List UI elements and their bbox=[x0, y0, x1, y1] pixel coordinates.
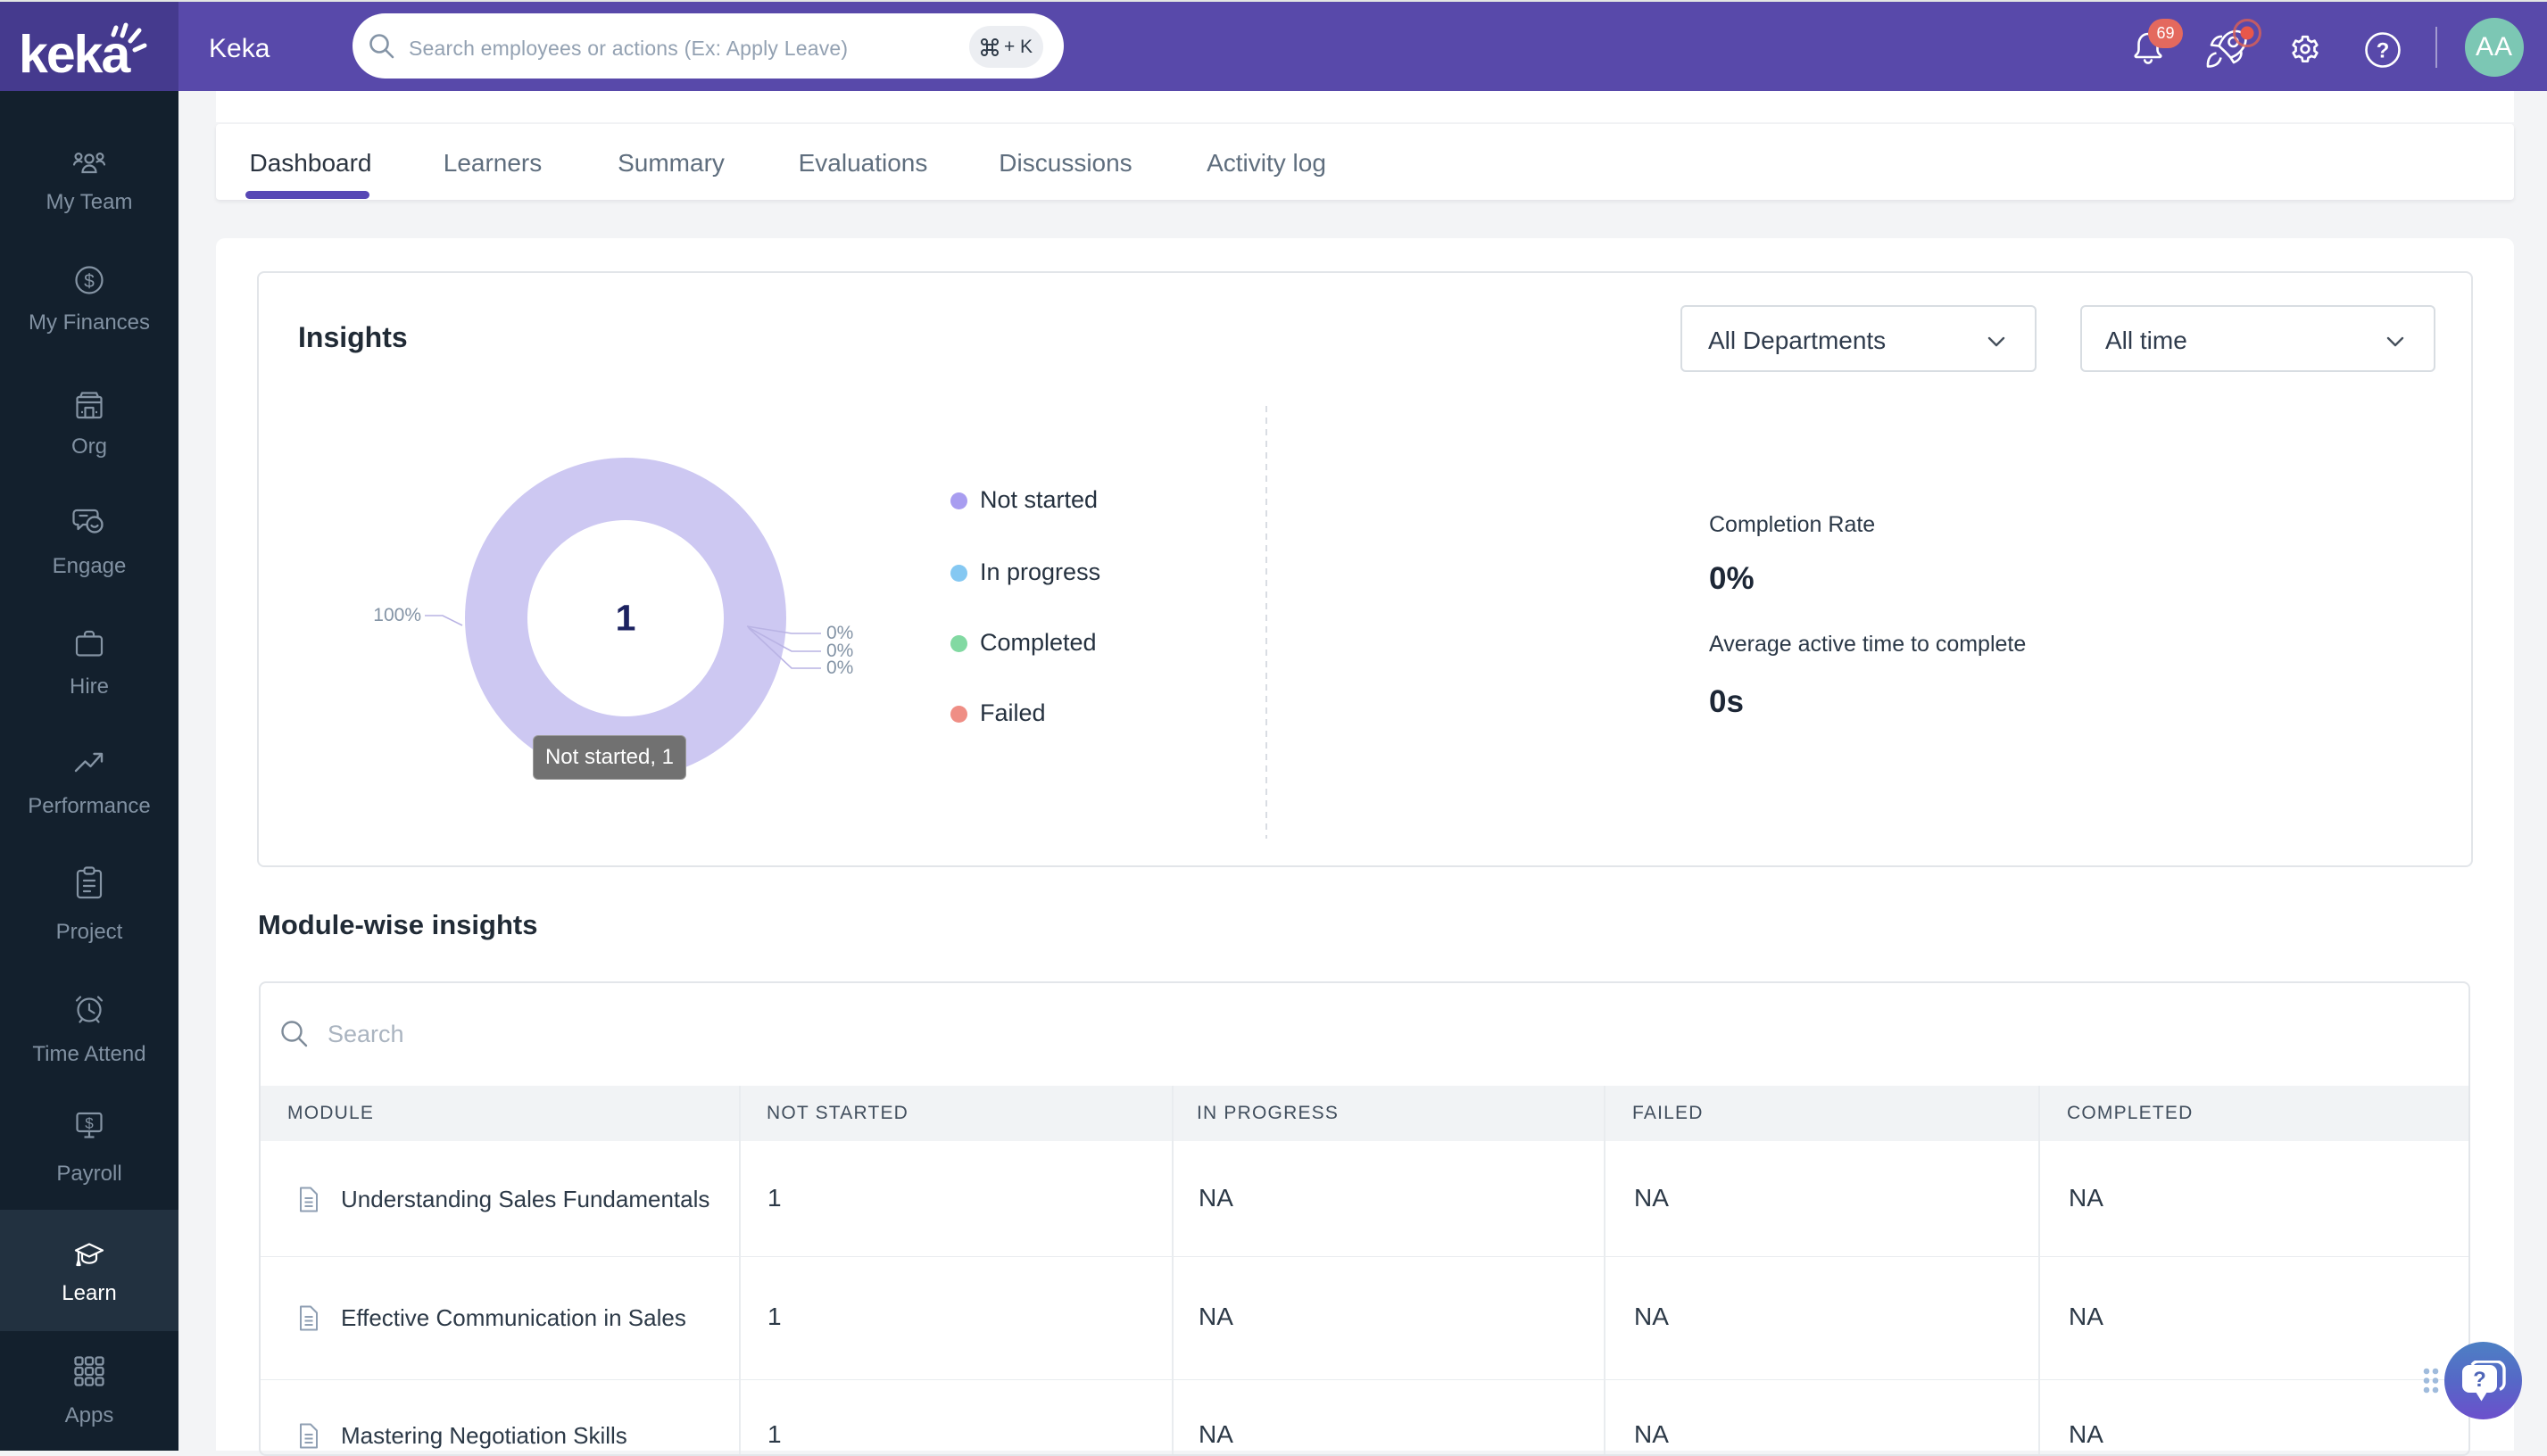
svg-text:?: ? bbox=[2473, 1368, 2486, 1392]
svg-text:$: $ bbox=[84, 271, 95, 292]
svg-text:?: ? bbox=[2377, 39, 2390, 63]
svg-text:$: $ bbox=[85, 1115, 94, 1132]
